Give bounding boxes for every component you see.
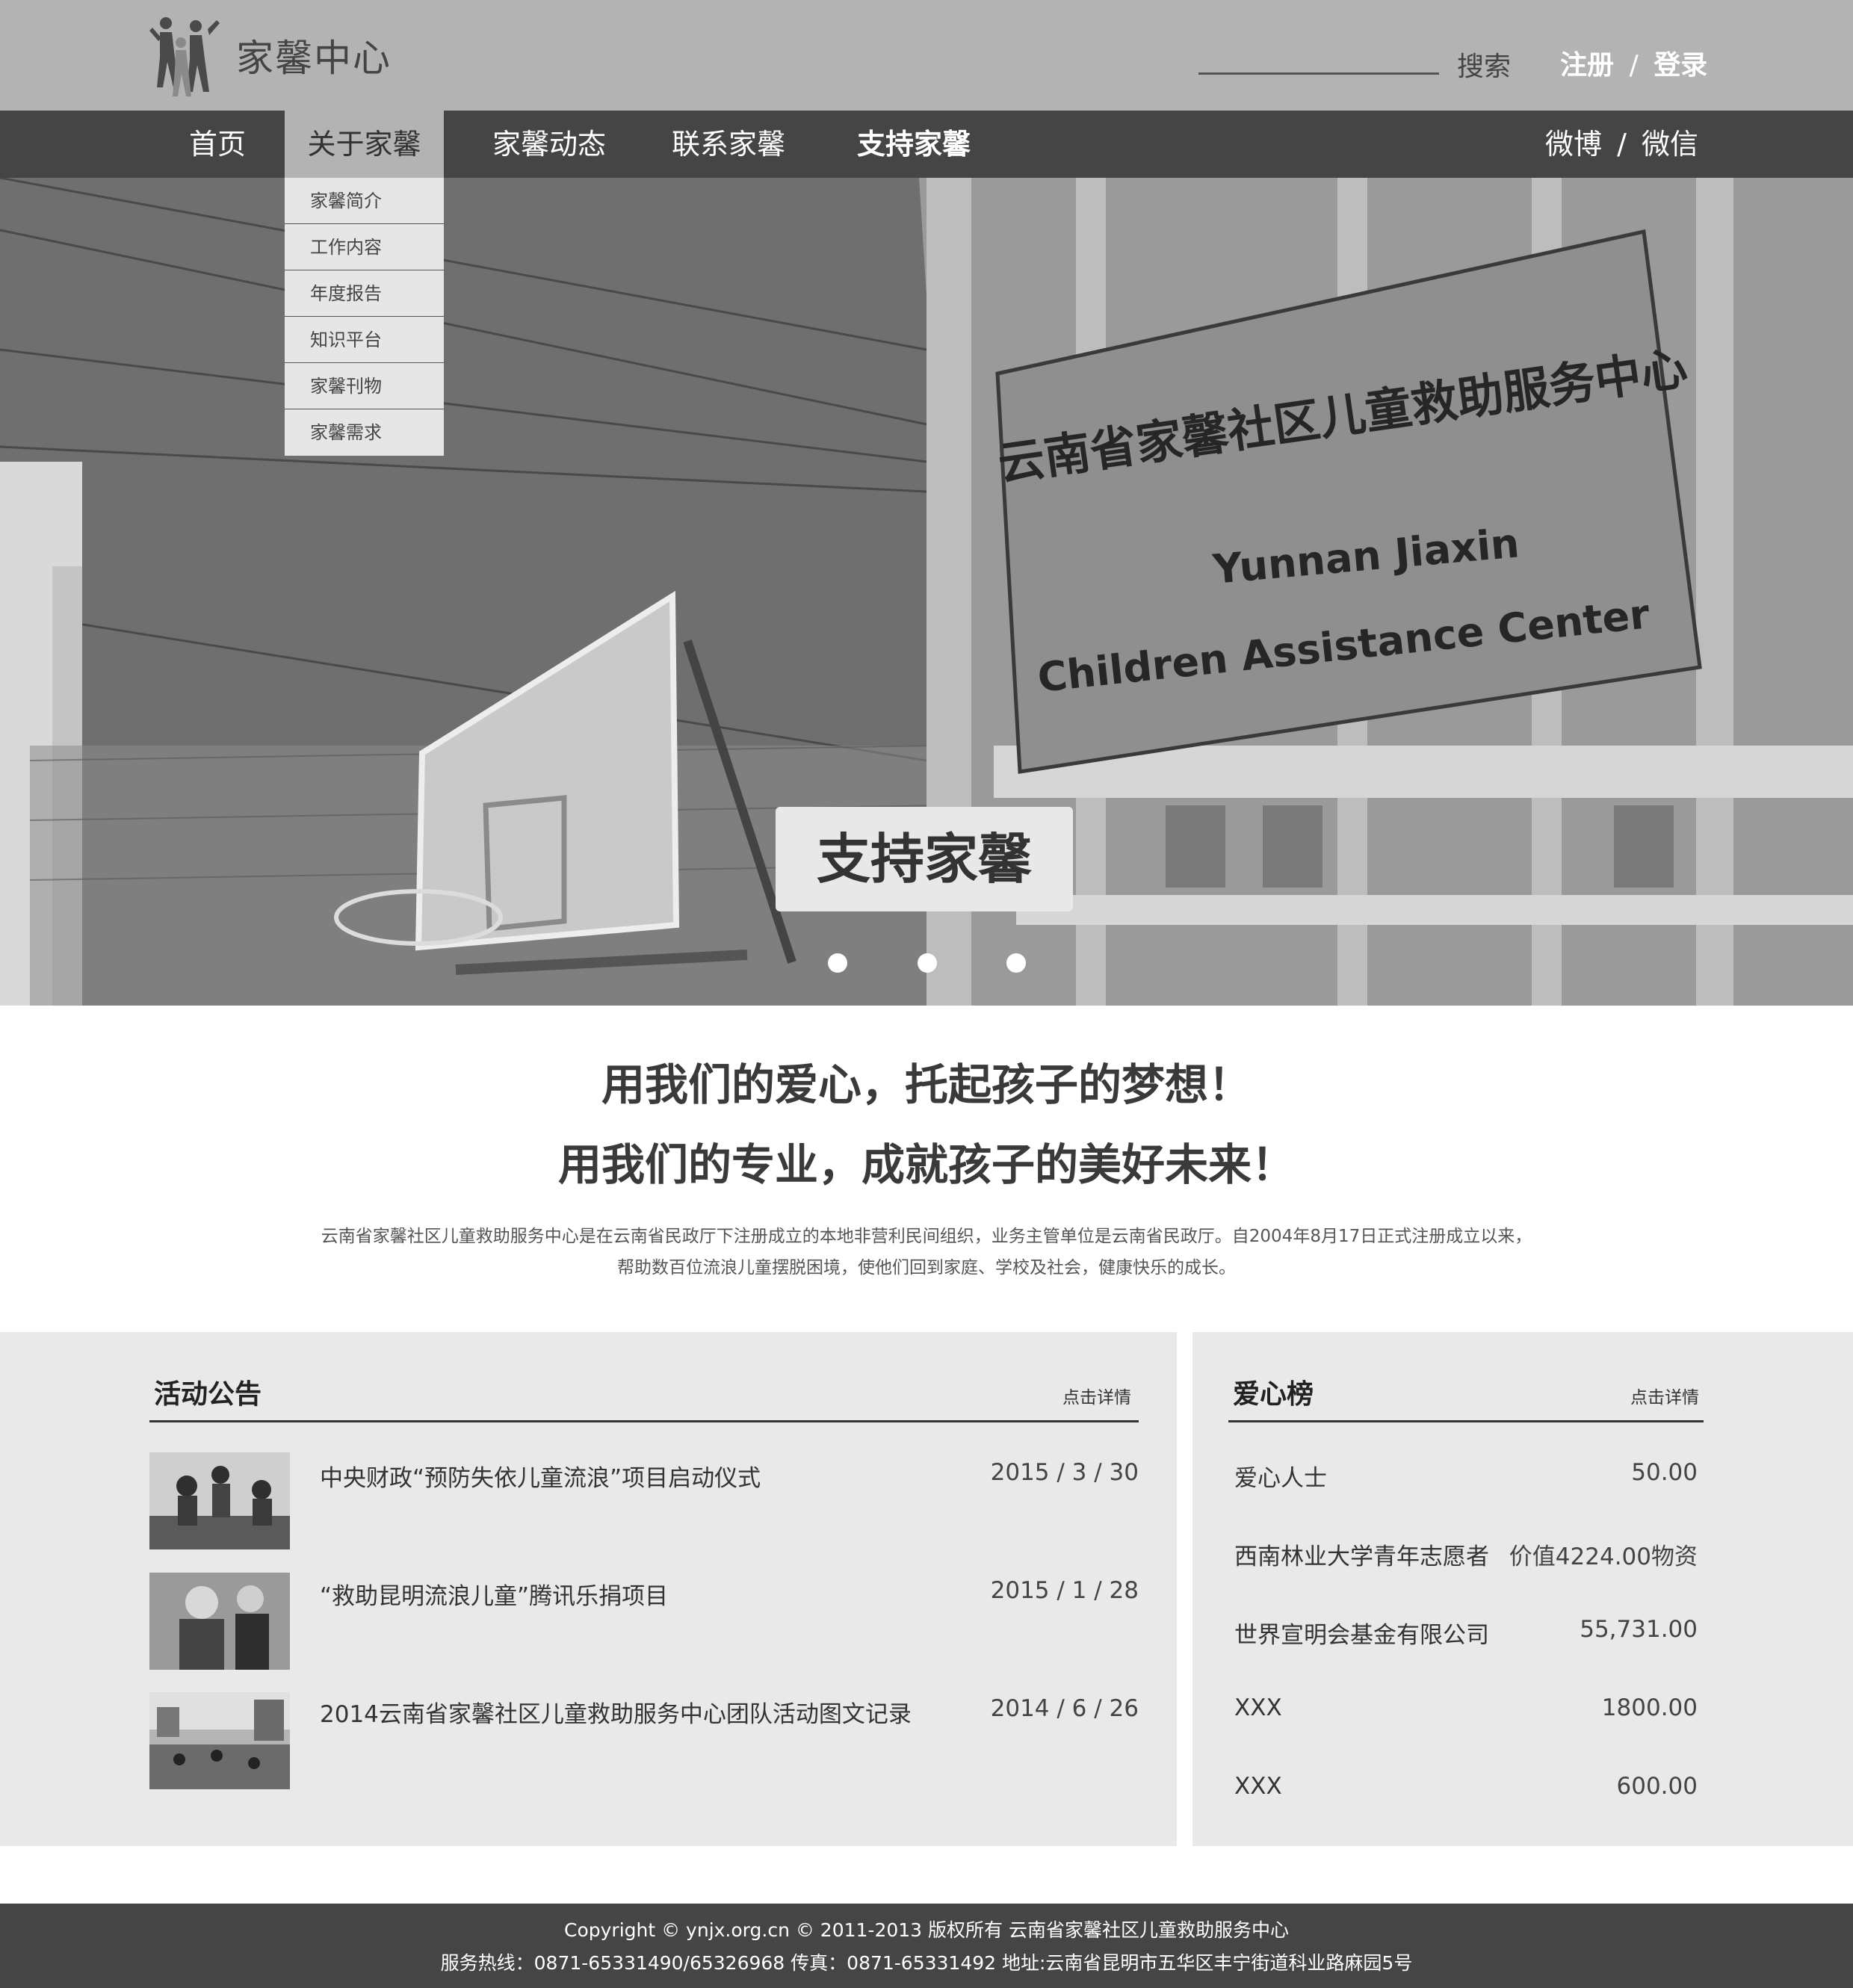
donor-name-3: 世界宣明会基金有限公司 [1234,1622,1489,1649]
donors-panel: 爱心榜 点击详情 爱心人士 50.00 西南林业大学青年志愿者 价值4224.0… [1192,1332,1853,1846]
intro-text-1: 云南省家馨社区儿童救助服务中心是在云南省民政厅下注册成立的本地非营利民间组织，业… [321,1227,1532,1246]
donors-divider [1228,1420,1704,1422]
news-title-3[interactable]: 2014云南省家馨社区儿童救助服务中心团队活动图文记录 [320,1695,912,1729]
site-logo[interactable]: 家馨中心 [149,10,396,100]
top-header: 家馨中心 搜索 注册 / 登录 [0,0,1853,111]
mission-slogan-2: 用我们的专业，成就孩子的美好未来！ [557,1139,1295,1190]
news-thumbnail-3[interactable] [149,1692,290,1789]
weibo-link[interactable]: 微博 [1545,128,1602,161]
nav-home[interactable]: 首页 [172,111,263,178]
register-link[interactable]: 注册 [1560,50,1614,81]
logo-text: 家馨中心 [236,37,392,80]
news-date-3: 2014 / 6 / 26 [990,1695,1139,1722]
donors-more-link[interactable]: 点击详情 [1630,1383,1699,1408]
dropdown-item-work[interactable]: 工作内容 [285,224,444,270]
donor-amount-4: 1800.00 [1601,1694,1698,1721]
support-cta-button[interactable]: 支持家馨 [776,807,1073,911]
dropdown-item-knowledge[interactable]: 知识平台 [285,317,444,363]
search-button[interactable]: 搜索 [1457,45,1511,84]
social-separator: / [1617,128,1627,161]
nav-support[interactable]: 支持家馨 [843,111,985,178]
news-title-1[interactable]: 中央财政“预防失依儿童流浪”项目启动仪式 [320,1459,761,1493]
wechat-link[interactable]: 微信 [1642,128,1698,161]
donor-amount-3: 55,731.00 [1580,1616,1698,1643]
donor-name-4: XXX [1234,1694,1282,1721]
dropdown-item-report[interactable]: 年度报告 [285,270,444,317]
auth-links: 注册 / 登录 [1560,43,1707,82]
nav-news[interactable]: 家馨动态 [478,111,620,178]
news-date-1: 2015 / 3 / 30 [990,1459,1139,1486]
news-photo-2 [149,1573,290,1670]
nav-about[interactable]: 关于家馨 [285,111,444,178]
news-thumbnail-1[interactable] [149,1452,290,1549]
donor-amount-1: 50.00 [1631,1459,1698,1486]
slide-dot-2[interactable] [918,953,937,973]
footer-contact: 服务热线：0871-65331490/65326968 传真：0871-6533… [440,1952,1413,1974]
slide-dot-3[interactable] [1006,953,1026,973]
intro-text-2: 帮助数百位流浪儿童摆脱困境，使他们回到家庭、学校及社会，健康快乐的成长。 [617,1258,1236,1278]
donor-name-5: XXX [1234,1773,1282,1800]
donors-title: 爱心榜 [1233,1379,1314,1410]
login-link[interactable]: 登录 [1654,50,1707,81]
activities-more-link[interactable]: 点击详情 [1062,1383,1131,1408]
donor-name-1: 爱心人士 [1234,1465,1327,1492]
slide-dot-1[interactable] [828,953,847,973]
social-links: 微博 / 微信 [1545,111,1698,178]
search-input[interactable] [1198,72,1439,75]
about-dropdown-menu: 家馨简介 工作内容 年度报告 知识平台 家馨刊物 家馨需求 [285,178,444,456]
activities-divider [149,1420,1139,1422]
dropdown-item-journal[interactable]: 家馨刊物 [285,363,444,409]
dropdown-item-intro[interactable]: 家馨简介 [285,178,444,224]
dropdown-item-needs[interactable]: 家馨需求 [285,409,444,456]
auth-separator: / [1629,50,1639,81]
news-thumbnail-2[interactable] [149,1573,290,1670]
activities-panel: 活动公告 点击详情 中央财政“预防失依儿童流浪”项目启动仪式 2015 / 3 … [0,1332,1177,1846]
logo-figures-icon [149,16,220,96]
activities-title: 活动公告 [154,1379,262,1410]
nav-contact[interactable]: 联系家馨 [658,111,799,178]
main-nav: 首页 关于家馨 家馨动态 联系家馨 支持家馨 微博 / 微信 [0,111,1853,178]
donor-amount-2: 价值4224.00物资 [1509,1543,1698,1570]
donor-amount-5: 600.00 [1616,1773,1698,1800]
news-photo-1 [149,1452,290,1549]
news-photo-3 [149,1692,290,1789]
footer-copyright: Copyright © ynjx.org.cn © 2011-2013 版权所有… [564,1919,1289,1941]
mission-slogan-1: 用我们的爱心，托起孩子的梦想！ [601,1059,1252,1110]
hero-banner: Yunnan Jiaxin Children Assistance Center… [0,178,1853,1006]
news-date-2: 2015 / 1 / 28 [990,1577,1139,1604]
site-footer: Copyright © ynjx.org.cn © 2011-2013 版权所有… [0,1904,1853,1988]
donor-name-2: 西南林业大学青年志愿者 [1234,1543,1489,1570]
news-title-2[interactable]: “救助昆明流浪儿童”腾讯乐捐项目 [320,1577,668,1611]
